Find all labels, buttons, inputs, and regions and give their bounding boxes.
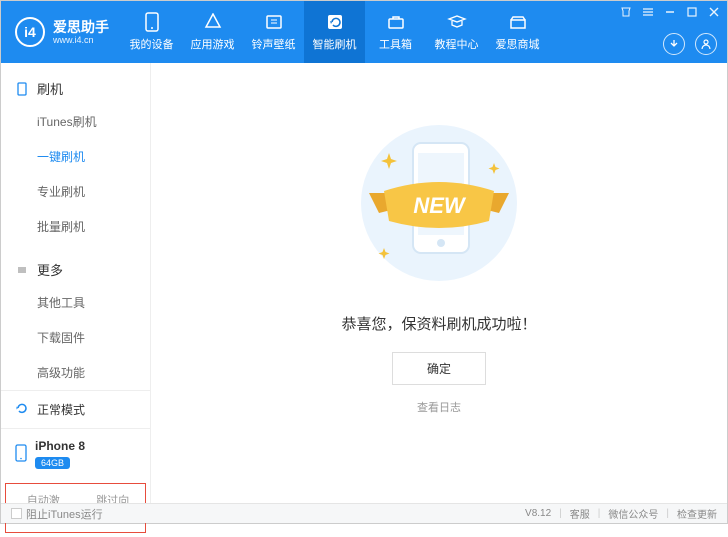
main-nav: 我的设备 应用游戏 铃声壁纸 智能刷机 工具箱 教程中心 爱思商城 bbox=[121, 1, 548, 63]
nav-store[interactable]: 爱思商城 bbox=[487, 1, 548, 63]
nav-label: 爱思商城 bbox=[496, 36, 540, 52]
check-update-link[interactable]: 检查更新 bbox=[677, 506, 717, 521]
sidebar-section-flash[interactable]: 刷机 bbox=[1, 73, 150, 104]
app-title: 爱思助手 bbox=[53, 20, 109, 34]
header-actions bbox=[663, 33, 717, 55]
section-title: 更多 bbox=[37, 260, 63, 279]
device-mode[interactable]: 正常模式 bbox=[1, 390, 150, 428]
sidebar-item-download-firmware[interactable]: 下载固件 bbox=[37, 320, 150, 355]
view-log-link[interactable]: 查看日志 bbox=[417, 399, 461, 415]
store-icon bbox=[508, 12, 528, 32]
checkbox-label: 阻止iTunes运行 bbox=[26, 506, 103, 522]
storage-badge: 64GB bbox=[35, 457, 70, 469]
nav-toolbox[interactable]: 工具箱 bbox=[365, 1, 426, 63]
tutorial-icon bbox=[447, 12, 467, 32]
support-link[interactable]: 客服 bbox=[570, 506, 590, 521]
nav-tutorials[interactable]: 教程中心 bbox=[426, 1, 487, 63]
sidebar-item-advanced[interactable]: 高级功能 bbox=[37, 355, 150, 390]
sidebar-item-pro-flash[interactable]: 专业刷机 bbox=[37, 174, 150, 209]
maximize-icon[interactable] bbox=[685, 5, 699, 19]
close-icon[interactable] bbox=[707, 5, 721, 19]
nav-ringtones[interactable]: 铃声壁纸 bbox=[243, 1, 304, 63]
success-illustration: NEW bbox=[339, 113, 539, 293]
sidebar-item-other-tools[interactable]: 其他工具 bbox=[37, 285, 150, 320]
nav-label: 应用游戏 bbox=[191, 36, 235, 52]
nav-label: 我的设备 bbox=[130, 36, 174, 52]
ok-button[interactable]: 确定 bbox=[392, 352, 486, 385]
success-message: 恭喜您，保资料刷机成功啦！ bbox=[341, 313, 536, 334]
flash-icon bbox=[325, 12, 345, 32]
nav-flash[interactable]: 智能刷机 bbox=[304, 1, 365, 63]
device-info[interactable]: iPhone 8 64GB bbox=[1, 428, 150, 479]
main-content: NEW 恭喜您，保资料刷机成功啦！ 确定 查看日志 bbox=[151, 63, 727, 504]
ringtone-icon bbox=[264, 12, 284, 32]
section-title: 刷机 bbox=[37, 79, 63, 98]
nav-apps[interactable]: 应用游戏 bbox=[182, 1, 243, 63]
sidebar-section-more[interactable]: 更多 bbox=[1, 254, 150, 285]
version-label: V8.12 bbox=[525, 508, 551, 519]
window-controls bbox=[619, 5, 721, 19]
app-logo: i4 爱思助手 www.i4.cn bbox=[1, 17, 121, 47]
ribbon-text: NEW bbox=[413, 193, 467, 218]
wechat-link[interactable]: 微信公众号 bbox=[608, 506, 658, 521]
app-subtitle: www.i4.cn bbox=[53, 36, 109, 45]
nav-my-device[interactable]: 我的设备 bbox=[121, 1, 182, 63]
minimize-icon[interactable] bbox=[663, 5, 677, 19]
sidebar: 刷机 iTunes刷机 一键刷机 专业刷机 批量刷机 更多 其他工具 下载固件 … bbox=[1, 63, 151, 504]
nav-label: 智能刷机 bbox=[313, 36, 357, 52]
more-icon bbox=[15, 263, 29, 277]
skin-icon[interactable] bbox=[619, 5, 633, 19]
apps-icon bbox=[203, 12, 223, 32]
menu-icon[interactable] bbox=[641, 5, 655, 19]
mode-label: 正常模式 bbox=[37, 401, 85, 418]
checkbox-icon bbox=[11, 508, 22, 519]
app-header: i4 爱思助手 www.i4.cn 我的设备 应用游戏 铃声壁纸 智能刷机 工具… bbox=[1, 1, 727, 63]
device-phone-icon bbox=[15, 444, 27, 465]
sidebar-item-batch-flash[interactable]: 批量刷机 bbox=[37, 209, 150, 244]
phone-icon bbox=[142, 12, 162, 32]
download-button[interactable] bbox=[663, 33, 685, 55]
device-name: iPhone 8 bbox=[35, 439, 85, 453]
block-itunes-checkbox[interactable]: 阻止iTunes运行 bbox=[11, 506, 103, 522]
sidebar-item-oneclick-flash[interactable]: 一键刷机 bbox=[37, 139, 150, 174]
nav-label: 教程中心 bbox=[435, 36, 479, 52]
status-bar: 阻止iTunes运行 V8.12 | 客服 | 微信公众号 | 检查更新 bbox=[1, 503, 727, 523]
toolbox-icon bbox=[386, 12, 406, 32]
user-button[interactable] bbox=[695, 33, 717, 55]
logo-icon: i4 bbox=[15, 17, 45, 47]
sidebar-item-itunes-flash[interactable]: iTunes刷机 bbox=[37, 104, 150, 139]
refresh-icon bbox=[15, 401, 29, 418]
phone-small-icon bbox=[15, 82, 29, 96]
nav-label: 工具箱 bbox=[379, 36, 412, 52]
nav-label: 铃声壁纸 bbox=[252, 36, 296, 52]
